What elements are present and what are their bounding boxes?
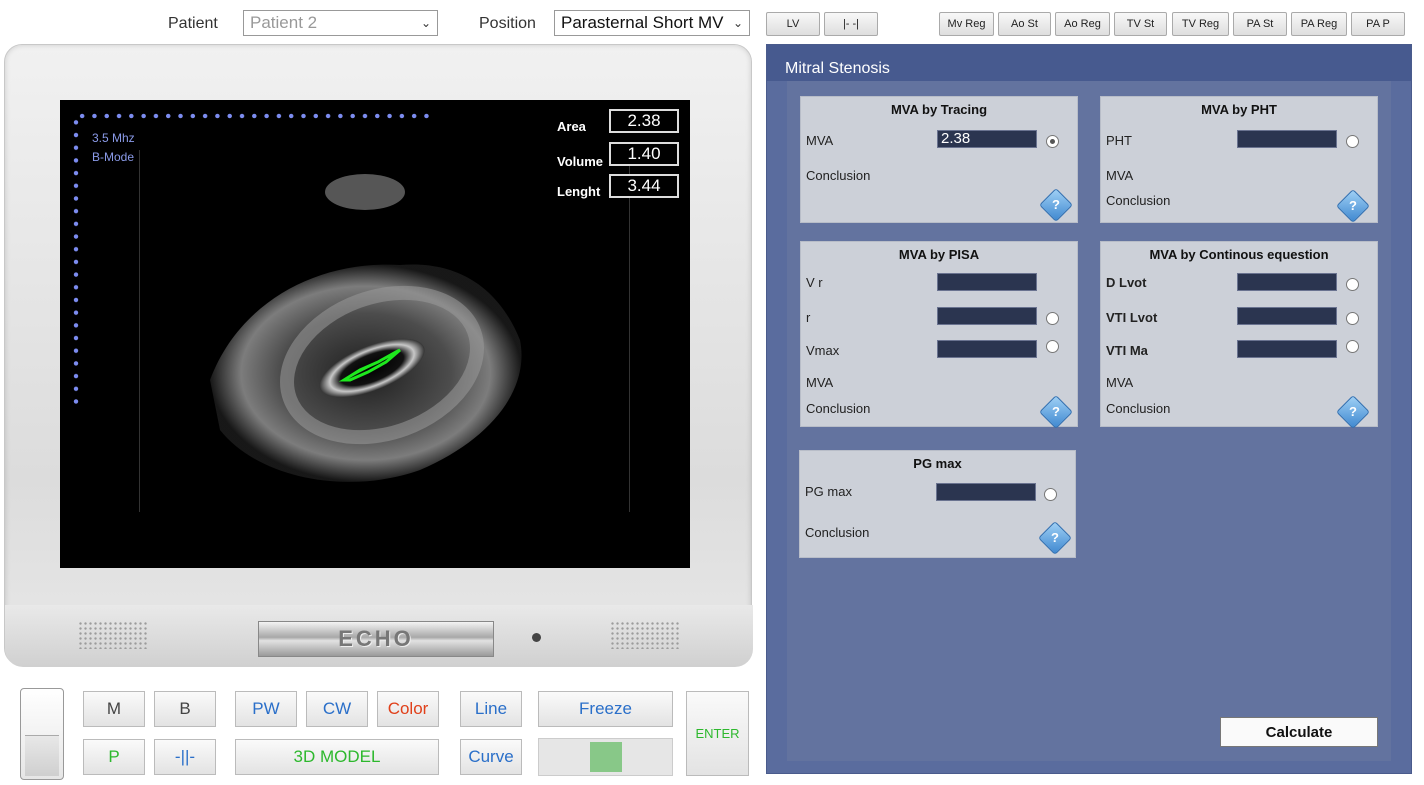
speaker-grille-right xyxy=(610,621,680,649)
pg-max-label: PG max xyxy=(805,484,852,499)
pht-input[interactable] xyxy=(1237,130,1337,148)
vti-ma-radio[interactable] xyxy=(1346,340,1359,353)
r-label: r xyxy=(806,310,811,325)
conclusion-label: Conclusion xyxy=(805,525,870,540)
color-button[interactable]: Color xyxy=(377,691,439,727)
d-lvot-input[interactable] xyxy=(1237,273,1337,291)
enter-button[interactable]: ENTER xyxy=(686,691,749,776)
card-title: MVA by Tracing xyxy=(890,102,988,117)
card-title: MVA by PISA xyxy=(898,247,980,262)
view-ao-st-button[interactable]: Ao St xyxy=(998,12,1051,36)
help-icon[interactable]: ? xyxy=(1038,521,1072,555)
patient-select[interactable]: Patient 2 ⌄ xyxy=(243,10,438,36)
echo-brand-plate: ECHO xyxy=(258,621,494,657)
view-ao-reg-button[interactable]: Ao Reg xyxy=(1055,12,1110,36)
conclusion-label: Conclusion xyxy=(1106,193,1171,208)
mva-label: MVA xyxy=(1106,168,1134,183)
power-led xyxy=(532,633,541,642)
ultrasound-image xyxy=(210,174,522,482)
vr-label: V r xyxy=(806,275,823,290)
curve-button[interactable]: Curve xyxy=(460,739,522,775)
card-title: MVA by PHT xyxy=(1201,102,1277,117)
vti-ma-label: VTI Ma xyxy=(1106,343,1148,358)
view-pa-p-button[interactable]: PA P xyxy=(1351,12,1405,36)
conclusion-label: Conclusion xyxy=(1106,401,1171,416)
pisa-vr-input[interactable] xyxy=(937,273,1037,291)
card-mva-pht: MVA by PHT PHT MVA Conclusion ? xyxy=(1100,96,1378,223)
split-button[interactable]: -||- xyxy=(154,739,216,775)
vti-ma-input[interactable] xyxy=(1237,340,1337,358)
cw-button[interactable]: CW xyxy=(306,691,368,727)
card-pg-max: PG max PG max Conclusion ? xyxy=(799,450,1076,558)
pw-button[interactable]: PW xyxy=(235,691,297,727)
pht-label: PHT xyxy=(1106,133,1132,148)
freeze-slider-knob[interactable] xyxy=(589,742,622,772)
pisa-vmax-radio[interactable] xyxy=(1046,340,1059,353)
card-mva-pisa: MVA by PISA V r r Vmax MVA Conclusion ? xyxy=(800,241,1078,429)
view-mv-reg-button[interactable]: Mv Reg xyxy=(939,12,994,36)
pisa-vmax-input[interactable] xyxy=(937,340,1037,358)
vti-lvot-input[interactable] xyxy=(1237,307,1337,325)
patient-select-value: Patient 2 xyxy=(250,13,318,32)
vti-lvot-radio[interactable] xyxy=(1346,312,1359,325)
position-select[interactable]: Parasternal Short MV ⌄ xyxy=(554,10,750,36)
vmax-label: Vmax xyxy=(806,343,840,358)
vti-lvot-label: VTI Lvot xyxy=(1106,310,1158,325)
3d-model-button[interactable]: 3D MODEL xyxy=(235,739,439,775)
pg-max-radio[interactable] xyxy=(1044,488,1057,501)
help-icon[interactable]: ? xyxy=(1039,188,1073,222)
pisa-r-radio[interactable] xyxy=(1046,312,1059,325)
tracing-mva-radio[interactable] xyxy=(1046,135,1059,148)
position-label: Position xyxy=(479,15,536,32)
view-pa-st-button[interactable]: PA St xyxy=(1233,12,1287,36)
tracing-mva-input[interactable]: 2.38 xyxy=(937,130,1037,148)
d-lvot-label: D Lvot xyxy=(1106,275,1147,290)
line-button[interactable]: Line xyxy=(460,691,522,727)
echo-simulator: Patient Patient 2 ⌄ Position Parasternal… xyxy=(0,0,1424,785)
lv-button[interactable]: LV xyxy=(766,12,820,36)
pht-radio[interactable] xyxy=(1346,135,1359,148)
caliper-button[interactable]: |- -| xyxy=(824,12,878,36)
chevron-down-icon: ⌄ xyxy=(732,16,743,30)
patient-label: Patient xyxy=(168,15,218,32)
m-mode-button[interactable]: M xyxy=(83,691,145,727)
panel-title: Mitral Stenosis xyxy=(785,60,890,77)
b-mode-button[interactable]: B xyxy=(154,691,216,727)
tissue-echo xyxy=(325,174,405,210)
d-lvot-radio[interactable] xyxy=(1346,278,1359,291)
view-tv-reg-button[interactable]: TV Reg xyxy=(1172,12,1229,36)
help-icon[interactable]: ? xyxy=(1039,395,1073,429)
card-title: PG max xyxy=(913,456,962,471)
conclusion-label: Conclusion xyxy=(806,168,871,183)
calculate-button[interactable]: Calculate xyxy=(1220,717,1378,747)
help-icon[interactable]: ? xyxy=(1336,189,1370,223)
card-mva-continuous: MVA by Continous equestion D Lvot VTI Lv… xyxy=(1100,241,1378,429)
view-pa-reg-button[interactable]: PA Reg xyxy=(1291,12,1347,36)
ultrasound-screen[interactable]: 3.5 Mhz B-Mode Area 2.38 Volume 1.40 Len… xyxy=(60,100,690,568)
speaker-grille-left xyxy=(78,621,148,649)
mva-label: MVA xyxy=(1106,375,1134,390)
card-title: MVA by Continous equestion xyxy=(1149,247,1329,262)
pg-max-input[interactable] xyxy=(936,483,1036,501)
mva-label: MVA xyxy=(806,133,834,148)
p-button[interactable]: P xyxy=(83,739,145,775)
freeze-button[interactable]: Freeze xyxy=(538,691,673,727)
chevron-down-icon: ⌄ xyxy=(420,16,431,30)
help-icon[interactable]: ? xyxy=(1336,395,1370,429)
echo-monitor: 3.5 Mhz B-Mode Area 2.38 Volume 1.40 Len… xyxy=(4,44,753,667)
view-tv-st-button[interactable]: TV St xyxy=(1114,12,1167,36)
card-mva-tracing: MVA by Tracing MVA 2.38 Conclusion ? xyxy=(800,96,1078,223)
mva-label: MVA xyxy=(806,375,834,390)
pisa-r-input[interactable] xyxy=(937,307,1037,325)
power-switch[interactable] xyxy=(20,688,64,780)
conclusion-label: Conclusion xyxy=(806,401,871,416)
freeze-slider[interactable] xyxy=(538,738,673,776)
position-select-value: Parasternal Short MV xyxy=(561,13,724,32)
